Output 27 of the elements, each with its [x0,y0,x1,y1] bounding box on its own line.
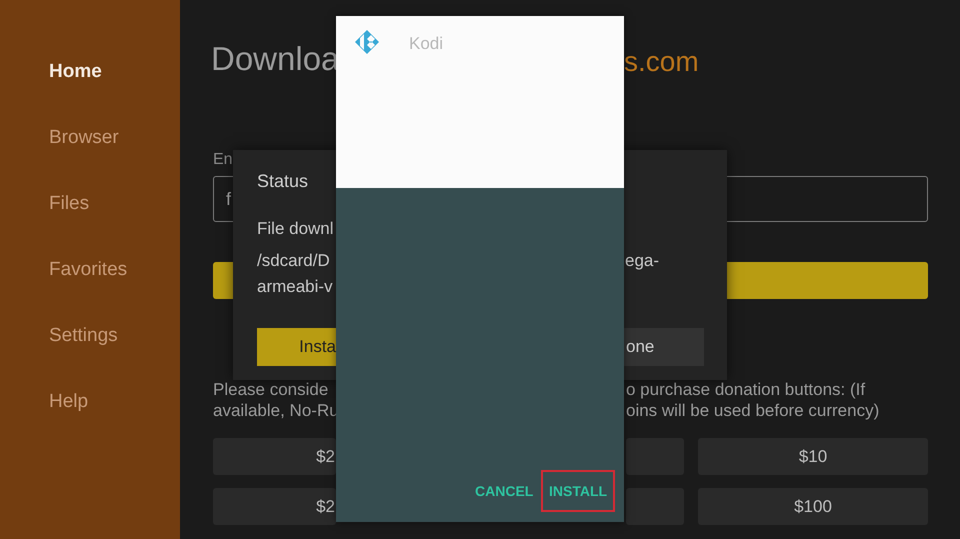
dialog-title: Status [257,171,308,192]
sidebar-item[interactable]: Home [49,54,180,89]
donation-note: o purchase donation buttons: (If [626,379,866,400]
sidebar-item[interactable]: Browser [49,120,180,155]
donation-note: oins will be used before currency) [626,400,880,421]
file-path: armeabi-v [257,276,333,298]
sidebar-item[interactable]: Files [49,186,180,221]
donation-button[interactable]: $100 [698,488,928,525]
donation-button[interactable]: $2 [213,438,336,475]
status-message: File downl [257,218,334,240]
file-path: /sdcard/D [257,250,330,272]
donation-button[interactable]: $2 [213,488,336,525]
field-label: En [213,151,233,169]
install-button[interactable]: Insta [257,328,336,366]
sidebar-item[interactable]: Favorites [49,252,180,287]
sidebar-item[interactable]: Help [49,384,180,419]
done-button[interactable]: one [624,328,704,366]
sidebar-item[interactable]: Settings [49,318,180,353]
donation-note: Please conside [213,379,328,400]
site-name: s.com [624,46,699,78]
page-title: Downloa [211,40,340,78]
cancel-button[interactable]: CANCEL [467,470,542,512]
file-path: ega- [625,250,660,272]
install-button[interactable]: INSTALL [541,470,616,512]
dialog-title: Kodi [409,34,444,54]
donation-button[interactable]: $10 [698,438,928,475]
kodi-logo-icon [355,30,379,54]
